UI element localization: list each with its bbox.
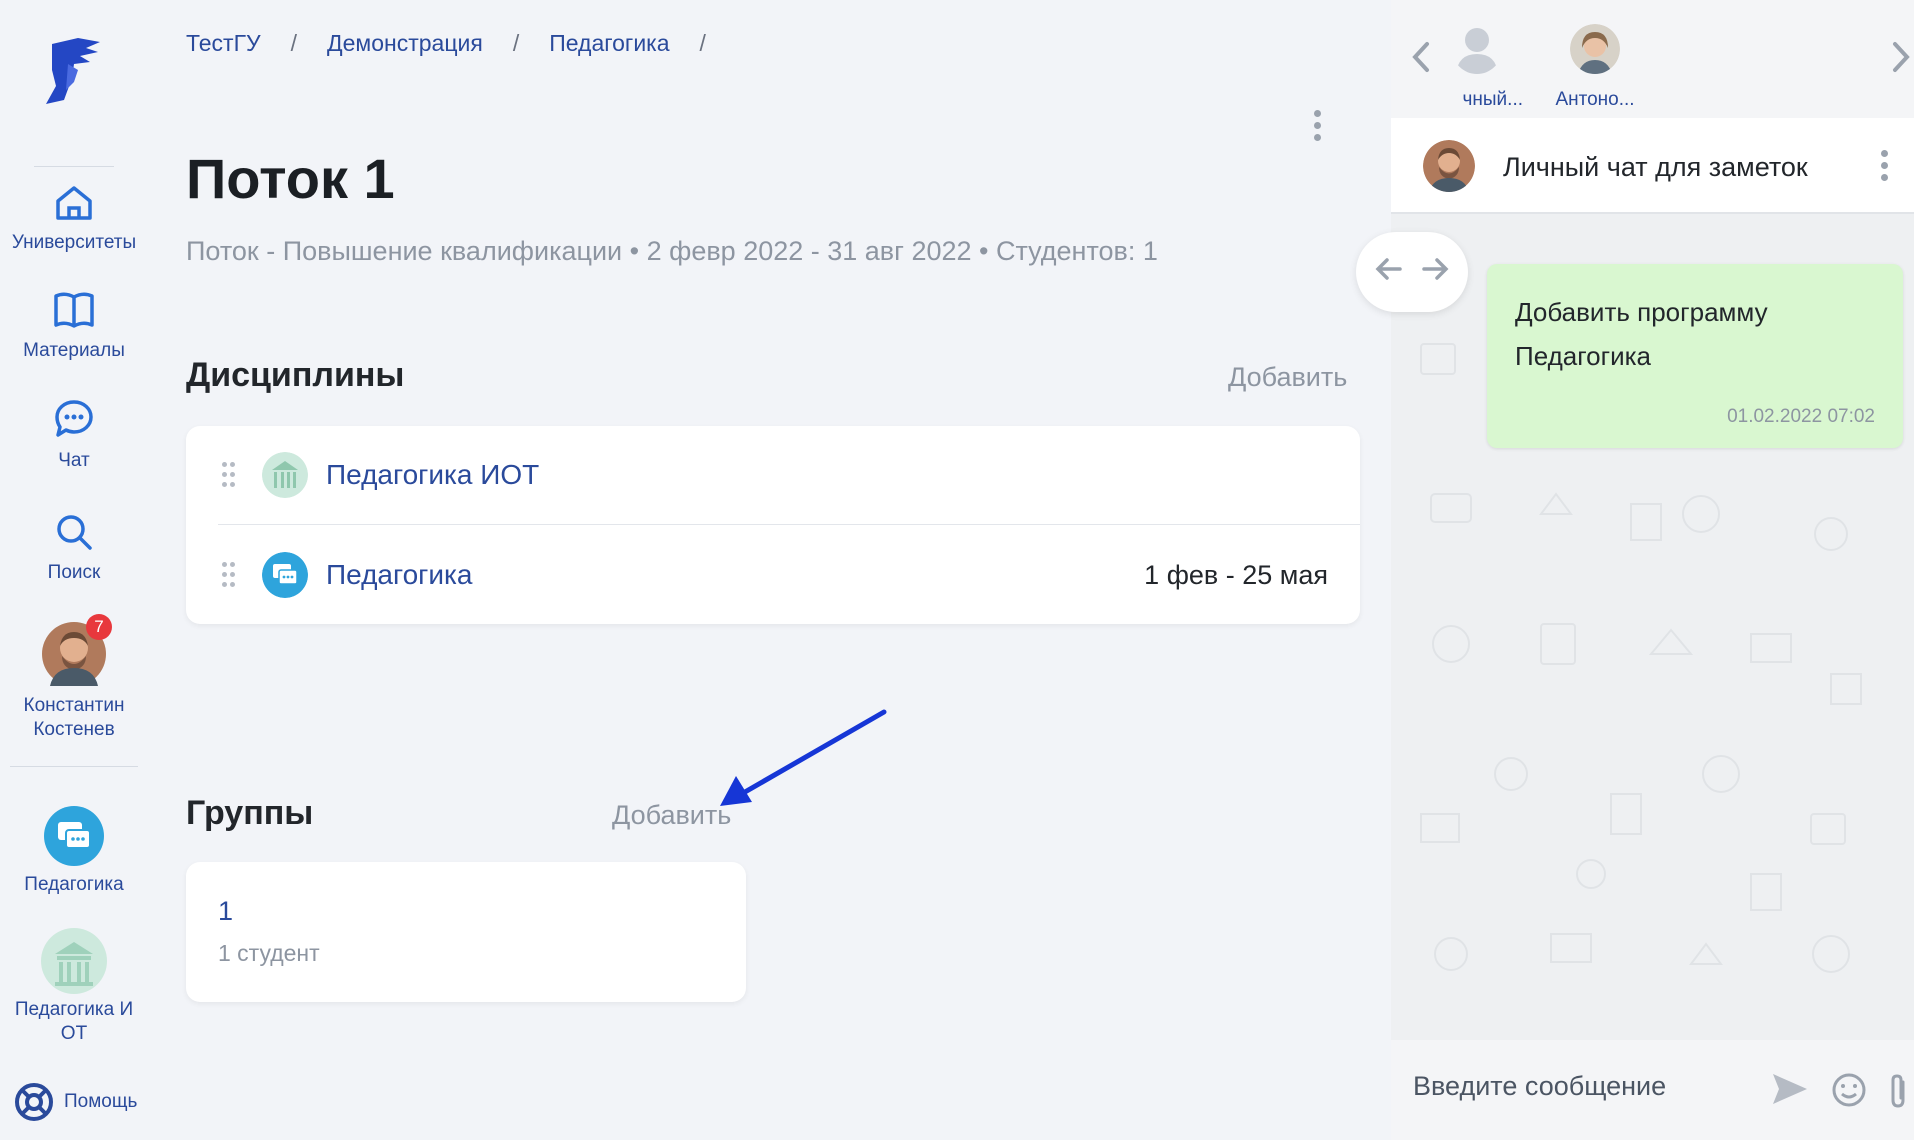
sidebar-item-label: Поиск — [47, 562, 101, 583]
building-icon — [262, 452, 308, 498]
sidebar-item-label: Чат — [58, 450, 90, 471]
book-icon — [54, 292, 94, 328]
discipline-name[interactable]: Педагогика ИОТ — [326, 459, 539, 491]
chevron-right-icon[interactable] — [1891, 40, 1913, 74]
forward-arrow-icon[interactable] — [1420, 254, 1450, 289]
user-photo-icon — [1570, 24, 1620, 74]
breadcrumb: ТестГУ / Демонстрация / Педагогика / — [186, 30, 736, 57]
message-input[interactable] — [1413, 1064, 1713, 1108]
chat-message[interactable]: Добавить программу Педагогика 01.02.2022… — [1487, 264, 1903, 448]
breadcrumb-item[interactable]: ТестГУ — [186, 30, 261, 57]
breadcrumb-item[interactable]: Демонстрация — [327, 30, 483, 57]
breadcrumb-separator: / — [290, 30, 298, 56]
chat-more-options-icon[interactable] — [1879, 150, 1889, 186]
sidebar-item-chat[interactable]: Чат — [0, 398, 148, 472]
chat-messages: Добавить программу Педагогика 01.02.2022… — [1391, 214, 1914, 1040]
avatar — [1423, 140, 1475, 192]
sidebar: Университеты Материалы Чат Поиск 7 Конст… — [0, 0, 148, 1140]
chat-panel: чный... Антоно... Личный чат для заметок — [1391, 0, 1914, 1140]
sidebar-item-universities[interactable]: Университеты — [0, 184, 148, 254]
message-text: Добавить программу Педагогика — [1515, 297, 1768, 371]
chat-icon — [55, 400, 93, 437]
course-chat-icon — [262, 552, 308, 598]
sidebar-divider — [34, 166, 114, 167]
send-icon[interactable] — [1771, 1072, 1809, 1106]
disciplines-card: Педагогика ИОТ Педагогика 1 фев - 25 мая — [186, 426, 1360, 624]
sidebar-course-pedagogy-iot[interactable]: Педагогика И ОТ — [0, 928, 148, 1046]
chat-contacts-bar: чный... Антоно... — [1391, 0, 1914, 118]
group-number[interactable]: 1 — [218, 896, 233, 927]
chat-contact-name: чный... — [1462, 89, 1524, 110]
breadcrumb-item[interactable]: Педагогика — [549, 30, 669, 57]
sidebar-item-search[interactable]: Поиск — [0, 512, 148, 584]
discipline-name[interactable]: Педагогика — [326, 559, 472, 591]
logo-icon[interactable] — [38, 34, 110, 106]
emoji-icon[interactable] — [1831, 1072, 1867, 1108]
group-student-count: 1 студент — [218, 940, 320, 966]
message-time: 01.02.2022 07:02 — [1727, 406, 1875, 427]
sidebar-item-label: Университеты — [11, 232, 137, 253]
disciplines-title: Дисциплины — [186, 356, 405, 394]
sidebar-item-label-line2: ОТ — [60, 1023, 88, 1044]
user-name-line2: Костенев — [33, 719, 115, 740]
chat-contact[interactable]: Антоно... — [1535, 24, 1655, 111]
help-label: Помощь — [64, 1091, 138, 1112]
back-arrow-icon[interactable] — [1374, 254, 1404, 289]
page-title: Поток 1 — [186, 147, 395, 210]
sidebar-item-profile[interactable]: 7 Константин Костенев — [0, 614, 148, 742]
attach-icon[interactable] — [1887, 1072, 1909, 1110]
breadcrumb-separator: / — [699, 30, 706, 56]
list-item[interactable]: Педагогика ИОТ — [186, 426, 1360, 525]
sidebar-divider — [10, 766, 138, 767]
avatar: 7 — [42, 614, 112, 686]
sidebar-item-materials[interactable]: Материалы — [0, 290, 148, 362]
sidebar-item-label-line1: Педагогика И — [14, 999, 134, 1020]
chat-contact[interactable]: чный... — [1417, 24, 1537, 111]
home-icon — [56, 186, 92, 220]
add-group-button[interactable]: Добавить — [612, 800, 731, 831]
group-card[interactable]: 1 1 студент — [186, 862, 746, 1002]
groups-title: Группы — [186, 794, 314, 832]
user-name-line1: Константин — [23, 695, 125, 716]
building-icon — [41, 928, 107, 994]
lifebuoy-icon — [15, 1083, 53, 1121]
drag-handle-icon[interactable] — [222, 462, 236, 488]
breadcrumb-separator: / — [512, 30, 520, 56]
more-options-icon[interactable] — [1312, 110, 1322, 146]
chat-header: Личный чат для заметок — [1391, 118, 1914, 214]
help-button[interactable]: Помощь — [14, 1082, 137, 1122]
history-nav — [1356, 232, 1468, 312]
annotation-arrow-icon — [720, 709, 887, 806]
chat-title: Личный чат для заметок — [1503, 152, 1808, 182]
list-item[interactable]: Педагогика 1 фев - 25 мая — [186, 526, 1360, 624]
sidebar-course-pedagogy[interactable]: Педагогика — [0, 806, 148, 896]
page-meta: Поток - Повышение квалификации • 2 февр … — [186, 236, 1158, 266]
row-divider — [218, 524, 1360, 525]
user-placeholder-icon — [1456, 28, 1498, 74]
discipline-dates: 1 фев - 25 мая — [1144, 559, 1328, 590]
sidebar-item-label: Педагогика — [24, 874, 124, 895]
notification-badge: 7 — [86, 614, 112, 640]
chat-contact-name: Антоно... — [1555, 89, 1635, 110]
course-chat-icon — [44, 806, 104, 866]
search-icon — [57, 515, 92, 550]
drag-handle-icon[interactable] — [222, 562, 236, 588]
chat-input-bar — [1391, 1040, 1914, 1140]
sidebar-item-label: Материалы — [23, 340, 125, 361]
add-discipline-button[interactable]: Добавить — [1228, 362, 1347, 393]
